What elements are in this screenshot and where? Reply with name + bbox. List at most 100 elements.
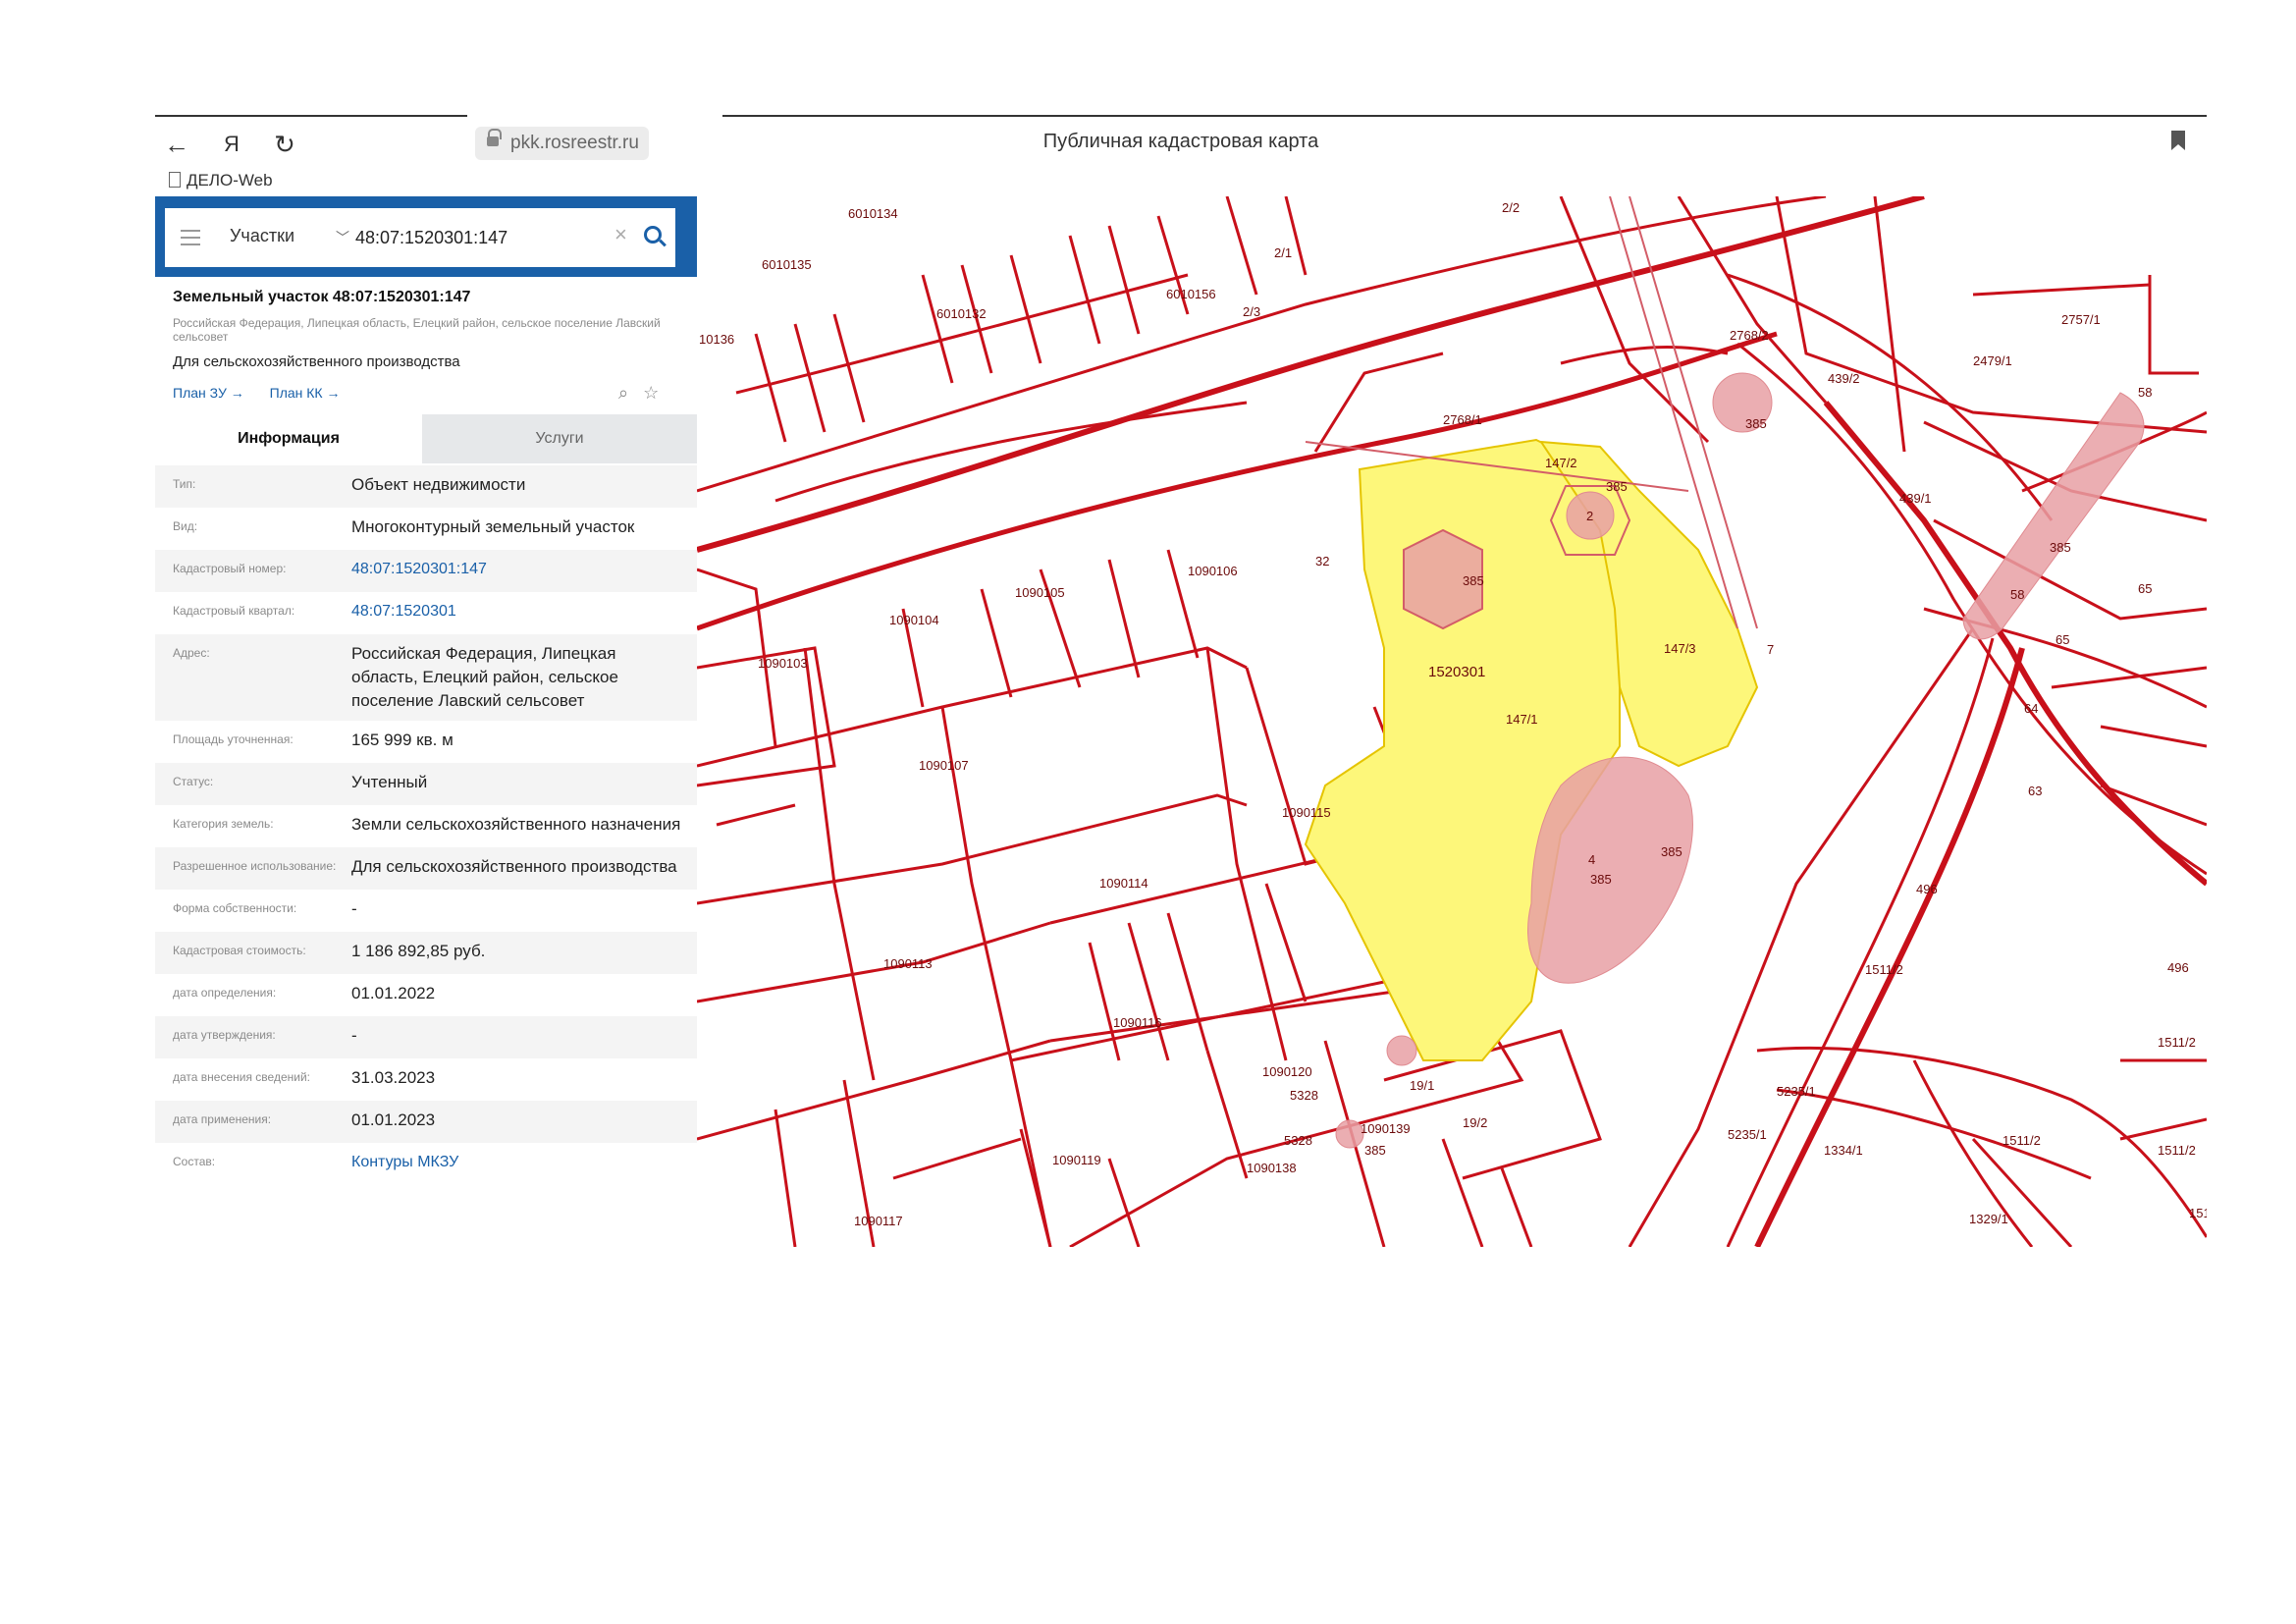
map-label: 1511/2 bbox=[1865, 962, 1903, 977]
map-label: 385 bbox=[1745, 416, 1767, 431]
map-label: 1090138 bbox=[1247, 1161, 1297, 1175]
object-purpose: Для сельскохозяйственного производства bbox=[173, 353, 460, 370]
prop-label: Состав: bbox=[173, 1155, 216, 1168]
map-label: 1090114 bbox=[1099, 876, 1148, 891]
map-label: 1090103 bbox=[758, 656, 808, 671]
clear-icon[interactable]: × bbox=[614, 222, 627, 247]
tab-info[interactable]: Информация bbox=[155, 414, 422, 463]
map-label: 1090117 bbox=[854, 1214, 903, 1228]
chevron-down-icon[interactable]: ﹀ bbox=[336, 228, 349, 247]
browser-toolbar: ← Я ↻ pkk.rosreestr.ru Публичная кадастр… bbox=[155, 123, 2207, 164]
hamburger-menu-icon[interactable] bbox=[181, 230, 200, 245]
prop-value: 01.01.2023 bbox=[351, 1110, 436, 1129]
search-on-map-icon[interactable]: ⌕ bbox=[618, 383, 628, 403]
prop-row-permitted-use: Разрешенное использование: Для сельскохо… bbox=[155, 847, 697, 890]
bookmark-delo-web[interactable]: ДЕЛО-Web bbox=[187, 171, 273, 189]
plan-kk-link[interactable]: План КК → bbox=[270, 385, 341, 401]
object-address: Российская Федерация, Липецкая область, … bbox=[173, 316, 661, 344]
map-label: 147/1 bbox=[1506, 712, 1538, 727]
map-label: 2/1 bbox=[1274, 245, 1292, 260]
page-title: Публичная кадастровая карта bbox=[1042, 131, 1319, 152]
map-label: 1090120 bbox=[1262, 1064, 1312, 1079]
prop-label: дата применения: bbox=[173, 1112, 272, 1126]
map-label: 65 bbox=[2056, 632, 2069, 647]
prop-row-land-category: Категория земель: Земли сельскохозяйстве… bbox=[155, 805, 697, 847]
prop-value: 1 186 892,85 руб. bbox=[351, 942, 486, 960]
prop-label: дата внесения сведений: bbox=[173, 1070, 310, 1084]
map-label: 1511/2 bbox=[2158, 1035, 2196, 1050]
map-label: 1520301 bbox=[1428, 664, 1485, 680]
prop-label: Форма собственности: bbox=[173, 901, 297, 915]
prop-value: Земли сельскохозяйственного назначения bbox=[351, 815, 681, 834]
map-label: 63 bbox=[2028, 784, 2042, 798]
info-panel: Участки ﹀ × Земельный участок 48:07:1520… bbox=[155, 196, 697, 1247]
tab-services[interactable]: Услуги bbox=[422, 414, 697, 463]
prop-label: Статус: bbox=[173, 775, 214, 788]
prop-value: Российская Федерация, Липецкая область, … bbox=[351, 644, 618, 710]
prop-label: Кадастровый номер: bbox=[173, 562, 287, 575]
cadastral-quarter-link[interactable]: 48:07:1520301 bbox=[351, 600, 685, 626]
map-label: 385 bbox=[2050, 540, 2071, 555]
prop-row-status: Статус: Учтенный bbox=[155, 763, 697, 805]
map-label: 385 bbox=[1590, 872, 1612, 887]
prop-value: Для сельскохозяйственного производства bbox=[351, 857, 677, 876]
prop-value: Объект недвижимости bbox=[351, 475, 526, 494]
prop-label: Площадь уточненная: bbox=[173, 732, 294, 746]
prop-value: - bbox=[351, 899, 357, 918]
map-label: 19/1 bbox=[1410, 1078, 1434, 1093]
prop-label: Адрес: bbox=[173, 646, 210, 660]
contours-link[interactable]: Контуры МКЗУ bbox=[351, 1151, 685, 1177]
map-label: 147/3 bbox=[1664, 641, 1696, 656]
prop-row-date-entered: дата внесения сведений: 31.03.2023 bbox=[155, 1058, 697, 1101]
map-label: 2768/1 bbox=[1443, 412, 1482, 427]
prop-row-type: Тип: Объект недвижимости bbox=[155, 465, 697, 508]
search-icon[interactable] bbox=[644, 226, 662, 244]
map-label: 2768/2 bbox=[1730, 328, 1769, 343]
map-label: 1090107 bbox=[919, 758, 969, 773]
map-label: 439/2 bbox=[1828, 371, 1860, 386]
tabs: Информация Услуги bbox=[155, 414, 697, 463]
cadastral-map[interactable]: 1520301 147/1 147/3 147/2 2768/1 2768/2 … bbox=[697, 196, 2207, 1247]
map-label: 496 bbox=[1916, 882, 1938, 896]
map-label: 5235/1 bbox=[1728, 1127, 1767, 1142]
map-label: 2479/1 bbox=[1973, 353, 2012, 368]
map-label: 64 bbox=[2024, 701, 2038, 716]
map-label: 439/1 bbox=[1899, 491, 1932, 506]
map-label: 6010135 bbox=[762, 257, 812, 272]
map-label: 1090113 bbox=[883, 956, 933, 971]
prop-value: Учтенный bbox=[351, 773, 428, 791]
map-canvas[interactable]: 1520301 147/1 147/3 147/2 2768/1 2768/2 … bbox=[697, 196, 2207, 1247]
search-bar: Участки ﹀ × bbox=[155, 196, 697, 277]
map-label: 385 bbox=[1364, 1143, 1386, 1158]
map-label: 5328 bbox=[1290, 1088, 1318, 1103]
map-label: 1090115 bbox=[1282, 805, 1331, 820]
map-label: 4 bbox=[1588, 852, 1595, 867]
map-label: 1090119 bbox=[1052, 1153, 1101, 1167]
map-label: 1329/1 bbox=[1969, 1212, 2008, 1226]
map-label: 1090106 bbox=[1188, 564, 1238, 578]
prop-label: Вид: bbox=[173, 519, 198, 533]
map-label: 2757/1 bbox=[2061, 312, 2101, 327]
map-label: 2/3 bbox=[1243, 304, 1260, 319]
map-label: 7 bbox=[1767, 642, 1774, 657]
prop-row-address: Адрес: Российская Федерация, Липецкая об… bbox=[155, 634, 697, 721]
map-label: 1090139 bbox=[1361, 1121, 1411, 1136]
search-input[interactable] bbox=[355, 220, 552, 255]
plan-zu-link[interactable]: План ЗУ → bbox=[173, 385, 244, 401]
prop-value: 01.01.2022 bbox=[351, 984, 436, 1002]
object-type-select[interactable]: Участки bbox=[230, 226, 294, 246]
prop-label: Кадастровый квартал: bbox=[173, 604, 295, 618]
prop-row-cadastral-number: Кадастровый номер: 48:07:1520301:147 bbox=[155, 550, 697, 592]
document-icon bbox=[169, 172, 181, 188]
prop-row-date-determined: дата определения: 01.01.2022 bbox=[155, 974, 697, 1016]
map-label: 6010134 bbox=[848, 206, 898, 221]
map-label: 6010132 bbox=[936, 306, 987, 321]
bookmarks-bar: ДЕЛО-Web bbox=[169, 171, 273, 192]
cadastral-number-link[interactable]: 48:07:1520301:147 bbox=[351, 558, 685, 584]
map-label: 58 bbox=[2010, 587, 2024, 602]
star-icon[interactable]: ☆ bbox=[643, 383, 659, 403]
map-label: 32 bbox=[1315, 554, 1329, 568]
prop-row-area: Площадь уточненная: 165 999 кв. м bbox=[155, 721, 697, 763]
map-label: 1511/2 bbox=[2002, 1133, 2041, 1148]
map-label: 147/2 bbox=[1545, 456, 1577, 470]
